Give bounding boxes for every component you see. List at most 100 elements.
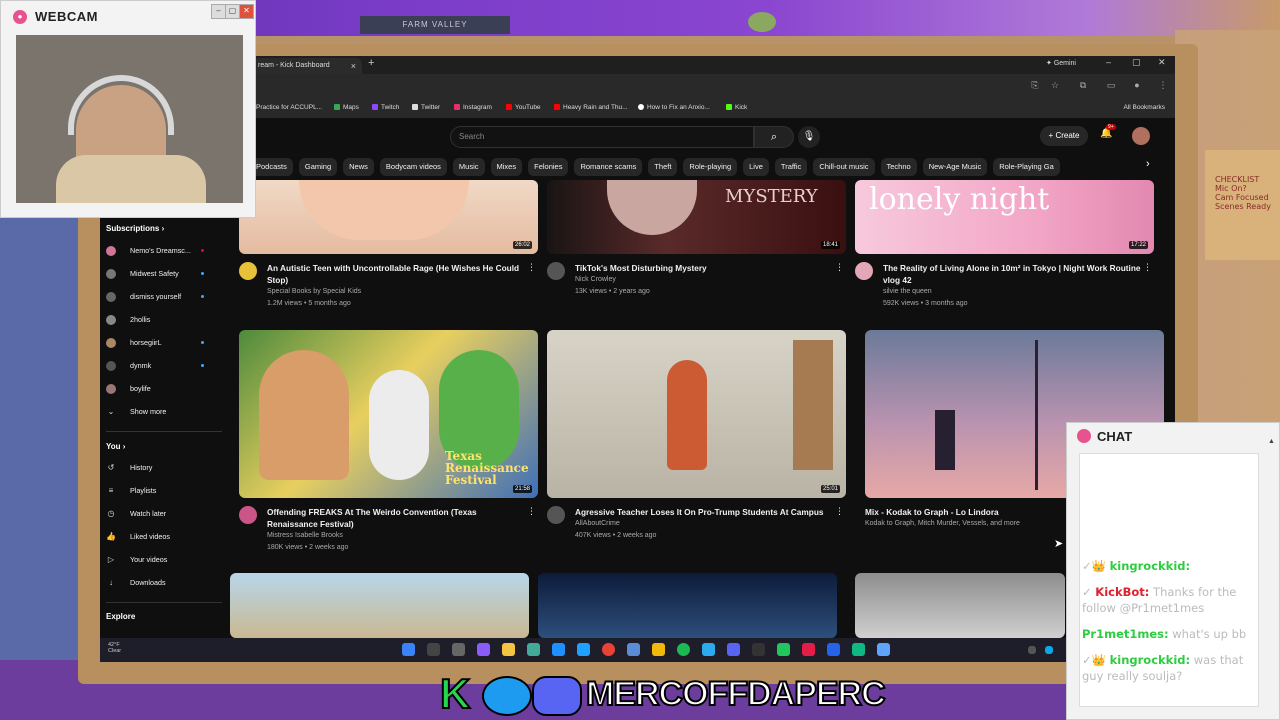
video-title[interactable]: TikTok's Most Disturbing Mystery bbox=[575, 262, 833, 274]
chip[interactable]: Gaming bbox=[298, 158, 338, 176]
chip[interactable]: Techno bbox=[880, 158, 917, 176]
spotify-icon[interactable] bbox=[677, 643, 690, 656]
search-input[interactable]: Search bbox=[450, 126, 754, 148]
channel-name[interactable]: Special Books by Special Kids bbox=[267, 288, 361, 295]
channel-avatar[interactable] bbox=[239, 262, 257, 280]
tray-icon[interactable] bbox=[1045, 646, 1053, 654]
chip[interactable]: Traffic bbox=[774, 158, 808, 176]
sidebar-item-subscription[interactable]: dismiss yourself bbox=[106, 289, 224, 305]
sidebar-item-subscription[interactable]: horsegiirL bbox=[106, 335, 224, 351]
channel-name[interactable]: Mistress Isabelle Brooks bbox=[267, 532, 343, 539]
video-card[interactable]: 25:01 Agressive Teacher Loses It On Pro-… bbox=[547, 330, 846, 560]
chip[interactable]: New-Age Music bbox=[922, 158, 988, 176]
video-thumbnail[interactable] bbox=[538, 573, 837, 638]
sidebar-item-subscription[interactable]: dynmk bbox=[106, 358, 224, 374]
you-heading[interactable]: You › bbox=[106, 442, 125, 451]
app-icon[interactable] bbox=[877, 643, 890, 656]
screenshot-icon[interactable]: ⎘ bbox=[1030, 80, 1040, 90]
chip[interactable]: Music bbox=[452, 158, 485, 176]
chip[interactable]: Felonies bbox=[528, 158, 569, 176]
sidebar-item-subscription[interactable]: Midwest Safety bbox=[106, 266, 224, 282]
chevron-up-icon[interactable] bbox=[1028, 646, 1036, 654]
video-thumbnail[interactable]: lonely night 17:22 bbox=[855, 180, 1154, 254]
search-icon[interactable] bbox=[427, 643, 440, 656]
channel-name[interactable]: Nick Crowley bbox=[575, 276, 616, 283]
bookmark-item[interactable]: Practice for ACCUPL... bbox=[256, 104, 322, 111]
chip[interactable]: Theft bbox=[648, 158, 678, 176]
bookmark-item[interactable]: Heavy Rain and Thu... bbox=[554, 104, 628, 111]
notifications-bell-icon[interactable]: 🔔 9+ bbox=[1100, 124, 1116, 139]
task-view-icon[interactable] bbox=[452, 643, 465, 656]
video-thumbnail[interactable] bbox=[230, 573, 529, 638]
app-icon[interactable] bbox=[802, 643, 815, 656]
sidebar-item-watch-later[interactable]: ◷ Watch later bbox=[106, 506, 224, 522]
video-thumbnail[interactable]: MYSTERY 18:41 bbox=[547, 180, 846, 254]
start-icon[interactable] bbox=[402, 643, 415, 656]
account-avatar[interactable] bbox=[1132, 127, 1150, 145]
sidebar-show-more[interactable]: ⌄ Show more bbox=[106, 404, 224, 420]
bookmark-item[interactable]: How to Fix an Anxio... bbox=[638, 104, 710, 111]
channel-avatar[interactable] bbox=[855, 262, 873, 280]
obs-icon[interactable] bbox=[752, 643, 765, 656]
menu-kebab-icon[interactable]: ⋮ bbox=[1158, 80, 1168, 90]
more-options-icon[interactable]: ⋮ bbox=[1143, 262, 1152, 273]
file-explorer-icon[interactable] bbox=[502, 643, 515, 656]
chip[interactable]: Role-playing bbox=[683, 158, 738, 176]
app-icon[interactable] bbox=[577, 643, 590, 656]
sidebar-item-liked[interactable]: 👍 Liked videos bbox=[106, 529, 224, 545]
chip[interactable]: Live bbox=[743, 158, 769, 176]
close-window-icon[interactable]: ✕ bbox=[1158, 57, 1166, 68]
bookmark-item[interactable]: Twitch bbox=[372, 104, 399, 111]
channel-avatar[interactable] bbox=[547, 506, 565, 524]
sidebar-item-history[interactable]: ↺ History bbox=[106, 460, 224, 476]
gemini-button[interactable]: ✦ Gemini bbox=[1046, 59, 1076, 67]
sidebar-item-downloads[interactable]: ↓ Downloads bbox=[106, 575, 224, 591]
more-options-icon[interactable]: ⋮ bbox=[527, 262, 536, 273]
microphone-icon[interactable]: 🎙 bbox=[798, 126, 820, 148]
chip[interactable]: News bbox=[343, 158, 374, 176]
chip[interactable]: Bodycam videos bbox=[379, 158, 447, 176]
app-icon[interactable] bbox=[777, 643, 790, 656]
video-title[interactable]: An Autistic Teen with Uncontrollable Rag… bbox=[267, 262, 525, 286]
bookmark-item[interactable]: Maps bbox=[334, 104, 359, 111]
sidebar-item-playlists[interactable]: ≡ Playlists bbox=[106, 483, 224, 499]
minimize-icon[interactable]: – bbox=[1106, 57, 1111, 67]
video-thumbnail[interactable]: Texas Renaissance Festival 21:58 bbox=[239, 330, 538, 498]
channel-avatar[interactable] bbox=[239, 506, 257, 524]
chip[interactable]: Romance scams bbox=[574, 158, 643, 176]
extensions-icon[interactable]: ⧉ bbox=[1078, 80, 1088, 90]
telegram-icon[interactable] bbox=[702, 643, 715, 656]
channel-name[interactable]: silvie the queen bbox=[883, 288, 932, 295]
app-icon[interactable] bbox=[852, 643, 865, 656]
channel-name[interactable]: AllAboutCrime bbox=[575, 520, 620, 527]
maximize-icon[interactable]: ▢ bbox=[1132, 57, 1141, 68]
sidebar-item-subscription[interactable]: 2hollis bbox=[106, 312, 224, 328]
chip[interactable]: Role-Playing Ga bbox=[993, 158, 1060, 176]
cast-icon[interactable]: ▭ bbox=[1106, 80, 1116, 90]
browser-tab[interactable]: ream - Kick Dashboard × bbox=[250, 58, 362, 74]
close-tab-icon[interactable]: × bbox=[351, 58, 356, 74]
all-bookmarks[interactable]: All Bookmarks bbox=[1123, 104, 1165, 111]
sidebar-item-subscription[interactable]: boylife bbox=[106, 381, 224, 397]
video-title[interactable]: The Reality of Living Alone in 10m² in T… bbox=[883, 262, 1141, 286]
video-card[interactable]: lonely night 17:22 The Reality of Living… bbox=[855, 180, 1154, 320]
video-thumbnail[interactable]: 26:02 bbox=[239, 180, 538, 254]
channel-name[interactable]: Kodak to Graph, Mitch Murder, Vessels, a… bbox=[865, 520, 1020, 527]
edge-icon[interactable] bbox=[552, 643, 565, 656]
subscriptions-heading[interactable]: Subscriptions › bbox=[106, 224, 164, 233]
profile-icon[interactable]: ● bbox=[1132, 80, 1142, 90]
chip[interactable]: Chill-out music bbox=[813, 158, 875, 176]
search-icon[interactable]: ⌕ bbox=[754, 126, 794, 148]
more-options-icon[interactable]: ⋮ bbox=[835, 506, 844, 517]
chrome-icon[interactable] bbox=[602, 643, 615, 656]
bookmark-item[interactable]: Instagram bbox=[454, 104, 492, 111]
weather-widget[interactable]: 42°F Clear bbox=[108, 642, 121, 654]
chevron-right-icon[interactable]: › bbox=[1146, 158, 1150, 170]
discord-icon[interactable] bbox=[727, 643, 740, 656]
bookmark-star-icon[interactable]: ☆ bbox=[1050, 80, 1060, 90]
app-icon[interactable] bbox=[627, 643, 640, 656]
video-card[interactable]: Texas Renaissance Festival 21:58 Offendi… bbox=[239, 330, 538, 560]
video-card[interactable]: MYSTERY 18:41 TikTok's Most Disturbing M… bbox=[547, 180, 846, 320]
channel-avatar[interactable] bbox=[547, 262, 565, 280]
bookmark-item[interactable]: Kick bbox=[726, 104, 747, 111]
